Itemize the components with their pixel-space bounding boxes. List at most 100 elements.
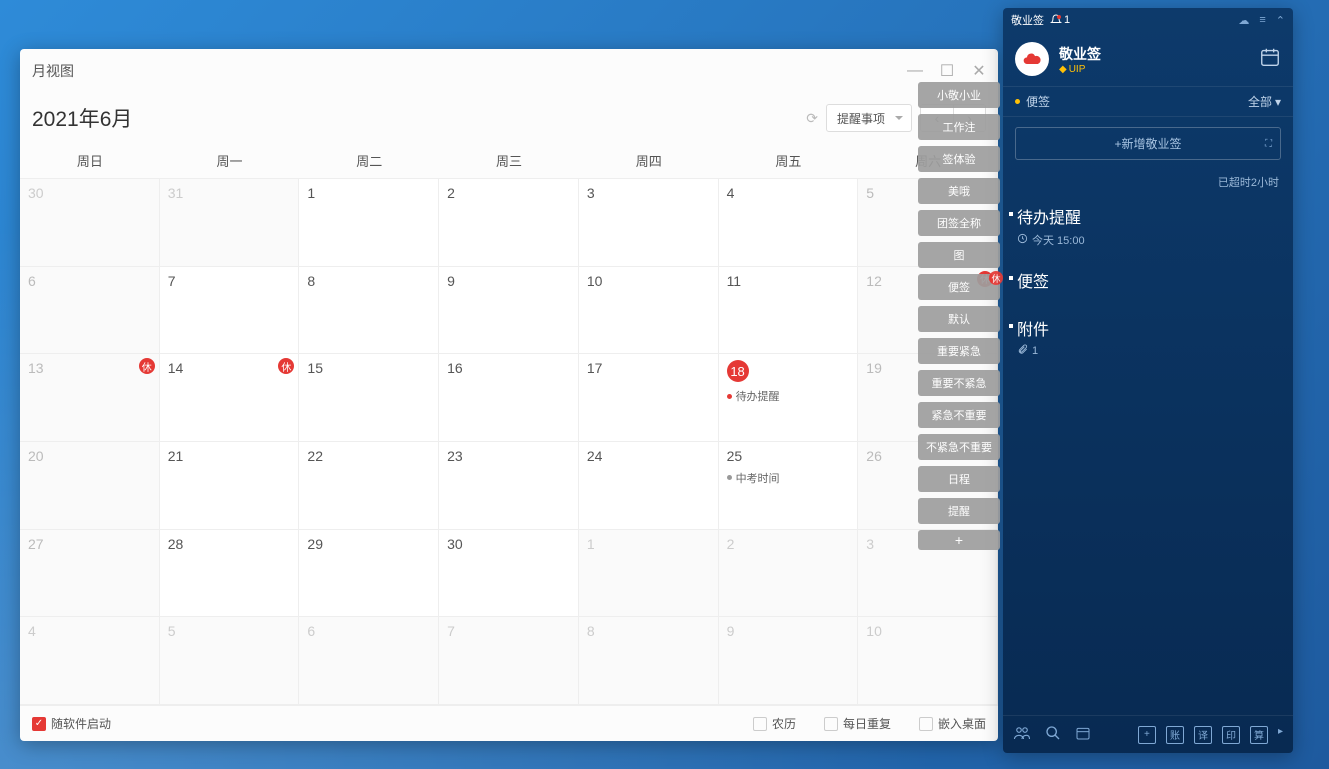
calc-box-button[interactable]: 算 [1250,726,1268,744]
category-tag[interactable]: 团签全称 [918,210,1000,236]
category-tag[interactable]: 默认 [918,306,1000,332]
window-title: 月视图 [32,61,74,81]
brand-name: 敬业签 [1059,44,1101,64]
calendar-icon-button[interactable] [1259,46,1281,73]
day-header: 周日 [20,143,160,178]
calendar-cell[interactable]: 3 [579,179,719,267]
day-header: 周四 [579,143,719,178]
category-tag[interactable]: 美哦 [918,178,1000,204]
category-tag[interactable]: 图 [918,242,1000,268]
calendar-cell[interactable]: 4 [20,617,160,705]
note-title: 便签 [1017,268,1279,292]
day-header-row: 周日周一周二周三周四周五周六 [20,143,998,179]
calendar-cell[interactable]: 20 [20,442,160,530]
calendar-cell[interactable]: 17 [579,354,719,442]
category-tag[interactable]: 工作注 [918,114,1000,140]
startup-checkbox[interactable]: ✓ 随软件启动 [32,715,111,732]
calendar-cell[interactable]: 8 [299,267,439,355]
calendar-footer: ✓ 随软件启动 农历 每日重复 嵌入桌面 [20,705,998,741]
category-tag[interactable]: 日程 [918,466,1000,492]
calendar-cell[interactable]: 7 [160,267,300,355]
calendar-cell[interactable]: 22 [299,442,439,530]
calendar-cell[interactable]: 25中考时间 [719,442,859,530]
note-item[interactable]: 待办提醒今天 15:00 [1003,194,1293,258]
notification-badge[interactable]: 1 [1050,14,1070,26]
calendar-cell[interactable]: 9 [439,267,579,355]
section-label: 便签 [1026,93,1050,110]
note-item[interactable]: 便签 [1003,258,1293,306]
calendar-cell[interactable]: 6 [20,267,160,355]
filter-all[interactable]: 全部 ▾ [1248,93,1281,110]
note-title: 待办提醒 [1017,204,1279,228]
calendar-cell[interactable]: 14休 [160,354,300,442]
maximize-button[interactable]: ☐ [940,64,954,78]
calendar-cell[interactable]: 13休 [20,354,160,442]
calendar-cell[interactable]: 10 [858,617,998,705]
category-tag[interactable]: 提醒 [918,498,1000,524]
embed-checkbox[interactable]: 嵌入桌面 [919,715,986,732]
category-tag[interactable]: 重要紧急 [918,338,1000,364]
note-item[interactable]: 附件 1 [1003,306,1293,368]
category-tag[interactable]: 小敬小业 [918,82,1000,108]
month-label: 2021年6月 [32,103,132,133]
search-icon[interactable] [1045,725,1061,744]
calendar-cell[interactable]: 4 [719,179,859,267]
account-box-button[interactable]: 账 [1166,726,1184,744]
calendar-cell[interactable]: 5 [160,617,300,705]
calendar-cell[interactable]: 21 [160,442,300,530]
category-tag[interactable]: 紧急不重要 [918,402,1000,428]
add-box-button[interactable]: + [1138,726,1156,744]
calendar-event[interactable]: 中考时间 [727,470,850,486]
new-note-button[interactable]: +新增敬业签 ⛶ [1015,127,1281,160]
calendar-cell[interactable]: 1 [579,530,719,618]
calendar-cell[interactable]: 16 [439,354,579,442]
close-button[interactable]: ✕ [972,64,986,78]
note-meta: 今天 15:00 [1017,232,1279,248]
schedule-icon[interactable] [1075,725,1091,744]
translate-box-button[interactable]: 译 [1194,726,1212,744]
calendar-cell[interactable]: 1 [299,179,439,267]
calendar-cell[interactable]: 15 [299,354,439,442]
calendar-cell[interactable]: 7 [439,617,579,705]
menu-icon[interactable]: ≡ [1259,14,1265,27]
calendar-cell[interactable]: 8 [579,617,719,705]
calendar-cell[interactable]: 30 [439,530,579,618]
refresh-icon[interactable]: ⟳ [806,110,818,127]
note-attachment: 1 [1017,344,1279,358]
category-tag[interactable]: 签体验 [918,146,1000,172]
calendar-cell[interactable]: 30 [20,179,160,267]
calendar-cell[interactable]: 6 [299,617,439,705]
overdue-label: 已超时2小时 [1003,170,1293,194]
category-tag[interactable]: 重要不紧急 [918,370,1000,396]
lunar-checkbox[interactable]: 农历 [753,715,796,732]
note-title: 附件 [1017,316,1279,340]
calendar-header: 2021年6月 ⟳ 提醒事项 ‹ › [20,93,998,143]
calendar-cell[interactable]: 28 [160,530,300,618]
calendar-cell[interactable]: 29 [299,530,439,618]
sync-icon[interactable]: ☁ [1238,14,1249,27]
calendar-grid: 3031123456789101112休13休14休15161718待办提醒19… [20,179,998,705]
calendar-cell[interactable]: 11 [719,267,859,355]
calendar-cell[interactable]: 24 [579,442,719,530]
calendar-cell[interactable]: 18待办提醒 [719,354,859,442]
calendar-cell[interactable]: 23 [439,442,579,530]
more-icon[interactable]: ▸ [1278,726,1283,744]
stamp-box-button[interactable]: 印 [1222,726,1240,744]
filter-dropdown[interactable]: 提醒事项 [826,104,912,132]
minimize-button[interactable]: — [908,64,922,78]
contacts-icon[interactable] [1013,724,1031,745]
category-tag[interactable]: 不紧急不重要 [918,434,1000,460]
calendar-event[interactable]: 待办提醒 [727,388,850,404]
panel-footer: + 账 译 印 算 ▸ [1003,715,1293,753]
calendar-cell[interactable]: 10 [579,267,719,355]
calendar-cell[interactable]: 27 [20,530,160,618]
add-tag-button[interactable]: + [918,530,1000,550]
repeat-checkbox[interactable]: 每日重复 [824,715,891,732]
calendar-cell[interactable]: 9 [719,617,859,705]
collapse-icon[interactable]: ⌃ [1276,14,1285,27]
calendar-cell[interactable]: 31 [160,179,300,267]
category-tag[interactable]: 便签休 [918,274,1000,300]
calendar-cell[interactable]: 2 [719,530,859,618]
attachment-icon [1017,344,1028,358]
calendar-cell[interactable]: 2 [439,179,579,267]
